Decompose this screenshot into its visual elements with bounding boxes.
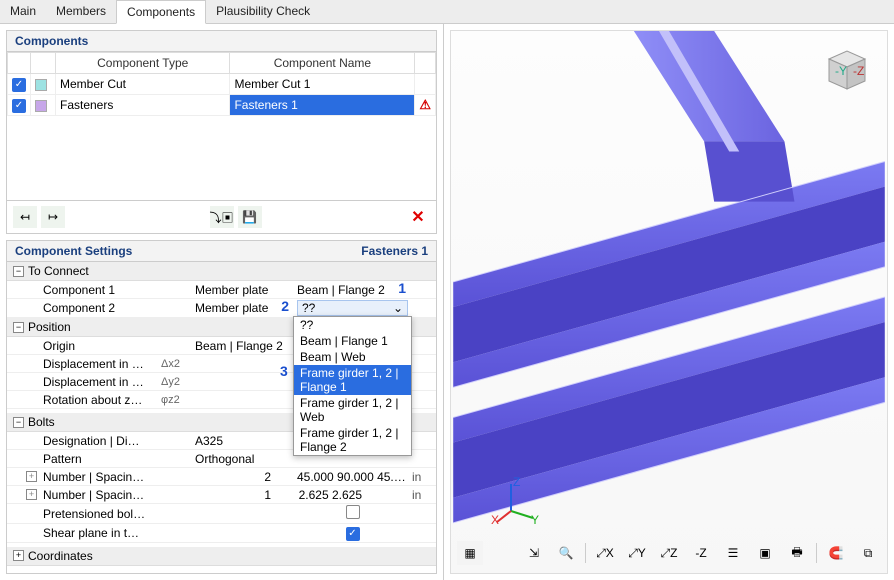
add-right-button[interactable]: ↦ [41,206,65,228]
collapse-icon[interactable]: − [13,266,24,277]
color-swatch [35,100,47,112]
settings-header: Component Settings Fasteners 1 [6,240,437,262]
settings-context: Fasteners 1 [361,244,428,258]
warning-icon: ⚠ [419,97,431,112]
components-button-row: ↤ ↦ ⤵▣ 💾 ✕ [6,201,437,234]
tool-view-y-button[interactable]: ⤢Y [624,541,650,565]
annotation-1: 1 [398,280,406,296]
tool-print-button[interactable]: 🖶 [784,541,810,565]
svg-text:X: X [491,513,499,526]
tool-zoom-button[interactable]: 🔍 [553,541,579,565]
tool-view-nz-button[interactable]: -Z [688,541,714,565]
tool-grid-button[interactable]: ▦ [457,541,483,565]
dropdown-list: 3 ?? Beam | Flange 1 Beam | Web Frame gi… [293,316,412,456]
expand-icon[interactable]: + [26,471,37,482]
checkbox-icon[interactable]: ✓ [12,99,26,113]
checkbox-icon[interactable] [346,505,360,519]
tab-bar: Main Members Components Plausibility Che… [0,0,894,24]
viewport-toolbar: ▦ ⇲ 🔍 ⤢X ⤢Y ⤢Z -Z ☰ ▣ 🖶 🧲 ⧉ [451,537,887,569]
view-cube[interactable]: -Y -Z [817,41,877,101]
expand-icon[interactable]: + [13,550,24,561]
col-component-name[interactable]: Component Name [230,53,415,74]
prop-component-1[interactable]: Component 1 Member plate Beam | Flange 2… [7,281,436,299]
tool-fit-button[interactable]: ⇲ [521,541,547,565]
color-swatch [35,79,47,91]
tab-plausibility[interactable]: Plausibility Check [206,0,320,23]
checkbox-icon[interactable]: ✓ [346,527,360,541]
table-row[interactable]: ✓ Fasteners Fasteners 1 ⚠ [8,95,436,116]
dropdown-option[interactable]: Frame girder 1, 2 | Flange 1 [294,365,411,395]
dropdown-option[interactable]: Frame girder 1, 2 | Web [294,395,411,425]
dropdown-option[interactable]: ?? [294,317,411,333]
tab-main[interactable]: Main [0,0,46,23]
tool-render-button[interactable]: ▣ [752,541,778,565]
dropdown-option[interactable]: Frame girder 1, 2 | Flange 2 [294,425,411,455]
svg-text:-Z: -Z [853,64,864,78]
delete-button[interactable]: ✕ [406,206,430,228]
section-coordinates[interactable]: + Coordinates [7,547,436,566]
import-button[interactable]: ⤵▣ [210,206,234,228]
dropdown-option[interactable]: Beam | Web [294,349,411,365]
components-table[interactable]: Component Type Component Name ✓ Member C… [7,52,436,116]
left-panel: Components Component Type Component Name… [0,24,444,580]
prop-pretensioned[interactable]: Pretensioned bol… [7,504,436,524]
tool-layers-button[interactable]: ☰ [720,541,746,565]
cell-name: Member Cut 1 [230,74,415,95]
tool-view-x-button[interactable]: ⤢X [592,541,618,565]
table-row[interactable]: ✓ Member Cut Member Cut 1 [8,74,436,95]
svg-text:-Y: -Y [835,64,847,78]
annotation-2: 2 [281,298,289,314]
col-component-type[interactable]: Component Type [56,53,230,74]
component2-dropdown[interactable]: ?? ⌄ [297,300,408,316]
tool-snap-button[interactable]: 🧲 [823,541,849,565]
expand-icon[interactable]: + [26,489,37,500]
save-button[interactable]: 💾 [238,206,262,228]
dropdown-option[interactable]: Beam | Flange 1 [294,333,411,349]
prop-number-spacing-1[interactable]: + Number | Spacin… 2 45.000 90.000 45.… … [7,468,436,486]
prop-shear-plane[interactable]: Shear plane in t… ✓ [7,524,436,543]
tool-window-button[interactable]: ⧉ [855,541,881,565]
components-header: Components [6,30,437,52]
checkbox-icon[interactable]: ✓ [12,78,26,92]
settings-title: Component Settings [15,244,132,258]
collapse-icon[interactable]: − [13,417,24,428]
prop-component-2[interactable]: Component 2 Member plate 2 ?? ⌄ 3 ?? Bea… [7,299,436,318]
cell-name: Fasteners 1 [230,95,415,116]
prop-number-spacing-2[interactable]: + Number | Spacin… 1 2.625 2.625 in [7,486,436,504]
svg-text:Y: Y [531,513,539,526]
viewport-3d[interactable]: -Y -Z Z Y X ▦ ⇲ 🔍 ⤢X ⤢Y ⤢Z -Z ☰ [450,30,888,574]
add-left-button[interactable]: ↤ [13,206,37,228]
cell-type: Member Cut [56,74,230,95]
tab-members[interactable]: Members [46,0,116,23]
chevron-down-icon: ⌄ [393,301,403,315]
section-to-connect[interactable]: − To Connect [7,262,436,281]
cell-type: Fasteners [56,95,230,116]
axis-gizmo: Z Y X [491,476,541,529]
svg-text:Z: Z [513,476,520,489]
tab-components[interactable]: Components [116,0,206,24]
collapse-icon[interactable]: − [13,322,24,333]
tool-view-z-button[interactable]: ⤢Z [656,541,682,565]
